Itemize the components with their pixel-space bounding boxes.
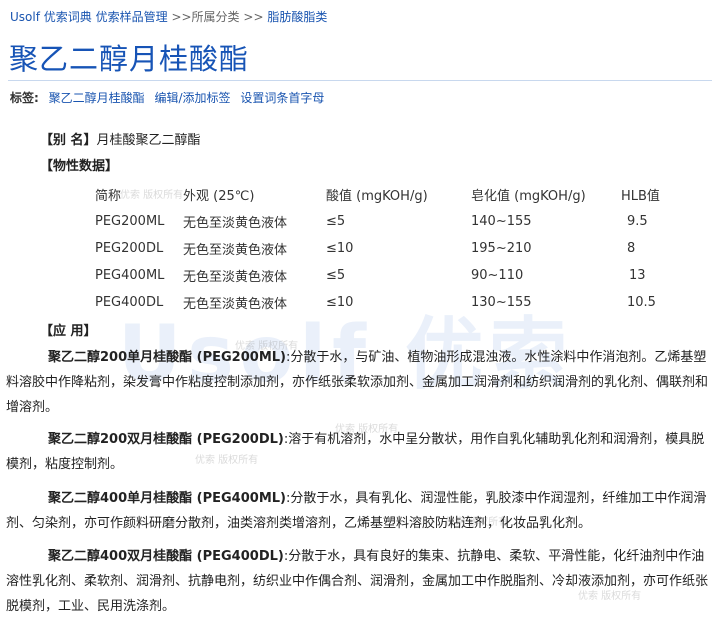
table-cell: 无色至淡黄色液体 xyxy=(183,270,288,285)
edit-tags-link[interactable]: 编辑/添加标签 xyxy=(154,91,230,105)
product-name: 聚乙二醇200双月桂酸酯 (PEG200DL) xyxy=(48,432,284,447)
table-cell: 无色至淡黄色液体 xyxy=(183,216,288,231)
breadcrumb: Usolf 优索词典 优索样品管理 >>所属分类 >> 脂肪酸脂类 xyxy=(10,8,327,26)
column-header: 皂化值 (mgKOH/g) xyxy=(471,189,586,204)
table-cell: 无色至淡黄色液体 xyxy=(183,297,288,312)
properties-heading: 【物性数据】 xyxy=(40,159,119,174)
table-row: PEG200DL 无色至淡黄色液体 ≤10 195~210 8 xyxy=(95,235,681,262)
column-header: 外观 (25℃) xyxy=(183,189,255,204)
table-cell: 13 xyxy=(629,268,646,283)
breadcrumb-category-text: >>所属分类 xyxy=(171,10,240,24)
table-cell: PEG400DL xyxy=(95,295,164,310)
column-header: HLB值 xyxy=(621,189,660,204)
table-cell: ≤10 xyxy=(326,241,354,256)
table-cell: PEG200DL xyxy=(95,241,164,256)
tag-label: 标签: xyxy=(10,91,39,105)
title-divider xyxy=(8,80,712,81)
table-row: PEG400ML 无色至淡黄色液体 ≤5 90~110 13 xyxy=(95,262,681,289)
breadcrumb-separator: >> xyxy=(243,10,264,24)
table-cell: 140~155 xyxy=(471,214,532,229)
tag-link[interactable]: 聚乙二醇月桂酸酯 xyxy=(49,91,145,105)
application-paragraph: 聚乙二醇200单月桂酸酯 (PEG200ML):分散于水，与矿油、植物油形成混浊… xyxy=(6,345,714,420)
properties-table: 简称 外观 (25℃) 酸值 (mgKOH/g) 皂化值 (mgKOH/g) H… xyxy=(95,181,681,316)
page-title: 聚乙二醇月桂酸酯 xyxy=(9,42,250,76)
table-cell: PEG200ML xyxy=(95,214,165,229)
table-cell: 无色至淡黄色液体 xyxy=(183,243,288,258)
product-name: 聚乙二醇400单月桂酸酯 (PEG400ML) xyxy=(48,491,286,506)
alias-label: 【别 名】 xyxy=(40,133,97,148)
set-initial-link[interactable]: 设置词条首字母 xyxy=(240,91,324,105)
table-header-row: 简称 外观 (25℃) 酸值 (mgKOH/g) 皂化值 (mgKOH/g) H… xyxy=(95,181,681,208)
table-cell: ≤5 xyxy=(326,214,346,229)
product-name: 聚乙二醇400双月桂酸酯 (PEG400DL) xyxy=(48,549,284,564)
breadcrumb-fatty-acid-link[interactable]: 脂肪酸脂类 xyxy=(267,10,327,24)
breadcrumb-dictionary-link[interactable]: Usolf 优索词典 xyxy=(10,10,92,24)
product-name: 聚乙二醇200单月桂酸酯 (PEG200ML) xyxy=(48,350,286,365)
table-row: PEG200ML 无色至淡黄色液体 ≤5 140~155 9.5 xyxy=(95,208,681,235)
column-header: 简称 xyxy=(95,189,122,204)
table-cell: 90~110 xyxy=(471,268,524,283)
application-heading: 【应 用】 xyxy=(40,324,97,339)
alias-row: 【别 名】月桂酸聚乙二醇酯 xyxy=(40,129,201,148)
breadcrumb-sample-link[interactable]: 优索样品管理 xyxy=(96,10,168,24)
table-cell: 195~210 xyxy=(471,241,532,256)
table-cell: 10.5 xyxy=(627,295,656,310)
application-paragraph: 聚乙二醇400双月桂酸酯 (PEG400DL):分散于水，具有良好的集束、抗静电… xyxy=(6,544,714,619)
table-cell: PEG400ML xyxy=(95,268,165,283)
application-paragraph: 聚乙二醇400单月桂酸酯 (PEG400ML):分散于水，具有乳化、润湿性能，乳… xyxy=(6,486,714,536)
tag-bar: 标签: 聚乙二醇月桂酸酯 编辑/添加标签 设置词条首字母 xyxy=(10,89,324,106)
application-paragraph: 聚乙二醇200双月桂酸酯 (PEG200DL):溶于有机溶剂，水中呈分散状，用作… xyxy=(6,427,714,477)
table-cell: 8 xyxy=(627,241,636,256)
table-cell: ≤10 xyxy=(326,295,354,310)
column-header: 酸值 (mgKOH/g) xyxy=(326,189,428,204)
table-cell: 9.5 xyxy=(627,214,648,229)
table-cell: 130~155 xyxy=(471,295,532,310)
alias-value: 月桂酸聚乙二醇酯 xyxy=(96,133,201,148)
table-cell: ≤5 xyxy=(326,268,346,283)
table-row: PEG400DL 无色至淡黄色液体 ≤10 130~155 10.5 xyxy=(95,289,681,316)
